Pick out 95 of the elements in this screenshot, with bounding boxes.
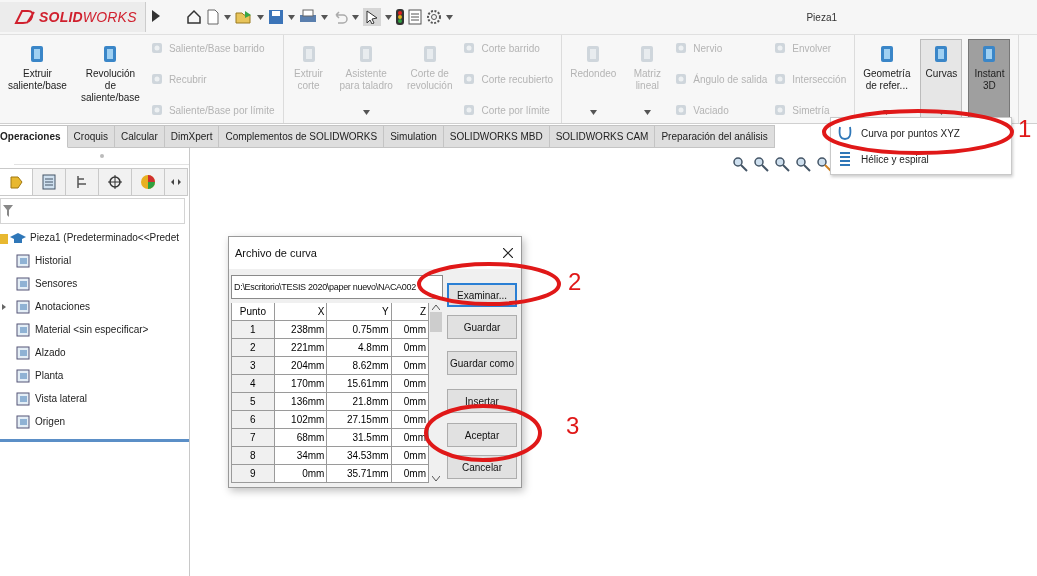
- caret-icon: [445, 14, 453, 20]
- tree-node-icon: [16, 368, 31, 383]
- feature-icon: [149, 72, 164, 86]
- traffic-light-icon[interactable]: [395, 9, 404, 25]
- caret-icon: [589, 110, 597, 115]
- ribbon-tab[interactable]: SOLIDWORKS CAM: [549, 125, 656, 148]
- caret-icon: [351, 14, 359, 20]
- feature-icon: [149, 41, 164, 55]
- property-list-icon: [42, 174, 56, 190]
- tree-item[interactable]: Anotaciones: [0, 297, 189, 316]
- path-field[interactable]: D:\Escritorio\TESIS 2020\paper nuevo\NACA002: [231, 275, 443, 299]
- scroll-thumb[interactable]: [430, 312, 442, 332]
- annotation-number: 1: [1018, 115, 1032, 143]
- scroll-arrows-icon: [170, 178, 182, 186]
- expand-arrow-icon[interactable]: [151, 10, 160, 22]
- caret-icon: [384, 14, 392, 20]
- menu-item[interactable]: Hélice y espiral: [831, 146, 1011, 172]
- close-icon[interactable]: [503, 248, 513, 258]
- tree-node-icon: [16, 391, 31, 406]
- caret-icon: [320, 14, 328, 20]
- tree-item[interactable]: Planta: [0, 366, 189, 385]
- expand-icon: [2, 303, 6, 310]
- tree-item[interactable]: Alzado: [0, 343, 189, 362]
- dialog-button[interactable]: Aceptar: [447, 423, 517, 447]
- tree-item[interactable]: Material <sin especificar>: [0, 320, 189, 339]
- caret-icon: [362, 110, 370, 115]
- logo-text: SOLIDWORKS: [39, 9, 137, 25]
- tree-item[interactable]: Origen: [0, 412, 189, 431]
- ds-logo-icon: [14, 9, 36, 25]
- window-title: Pieza1: [806, 11, 837, 23]
- save-icon[interactable]: [267, 9, 284, 25]
- zoom-icon[interactable]: [732, 156, 748, 172]
- ribbon-button[interactable]: Geometría de refer...: [859, 39, 915, 121]
- filter-field[interactable]: [0, 198, 185, 224]
- feature-icon: [674, 41, 689, 55]
- feature-tree-icon: [8, 174, 24, 190]
- feature-icon: [462, 103, 477, 117]
- tree-item[interactable]: Vista lateral: [0, 389, 189, 408]
- tree-item[interactable]: Pieza1 (Predeterminado<<Predet: [0, 228, 189, 247]
- column-header: X: [274, 303, 327, 321]
- caret-icon: [223, 14, 231, 20]
- scroll-up-icon: [432, 305, 440, 310]
- filter-icon: [3, 204, 13, 218]
- scroll-down-icon: [432, 476, 440, 481]
- appearance-ball-icon: [140, 174, 156, 190]
- ribbon-tab[interactable]: Croquis: [67, 125, 116, 148]
- ribbon-tab[interactable]: Preparación del análisis: [655, 125, 775, 148]
- tree-node-icon: [16, 414, 31, 429]
- tree-item[interactable]: Sensores: [0, 274, 189, 293]
- feature-icon: [674, 103, 689, 117]
- dialog-button[interactable]: Guardar: [447, 315, 517, 339]
- dialog-title: Archivo de curva: [235, 247, 317, 259]
- grip-icon: [99, 154, 104, 158]
- ribbon-tab[interactable]: SOLIDWORKS MBD: [443, 125, 550, 148]
- ribbon-tab[interactable]: Operaciones: [0, 125, 68, 148]
- configuration-icon: [75, 174, 89, 190]
- tree-node-icon: [16, 322, 31, 337]
- tree-node-icon: [16, 345, 31, 360]
- app-logo[interactable]: SOLIDWORKS: [0, 2, 146, 32]
- column-header: Y: [326, 303, 392, 321]
- tree-node-icon: [16, 299, 31, 314]
- open-folder-icon[interactable]: [234, 9, 253, 25]
- tree-node-icon: [16, 253, 31, 268]
- ribbon-tab[interactable]: Complementos de SOLIDWORKS: [219, 125, 385, 148]
- feature-icon: [462, 72, 477, 86]
- annotation-number: 2: [568, 268, 582, 296]
- feature-icon: [773, 72, 788, 86]
- caret-icon: [287, 14, 295, 20]
- ribbon-tab[interactable]: Simulation: [384, 125, 444, 148]
- tree-item[interactable]: Historial: [0, 251, 189, 270]
- settings-icon[interactable]: [425, 9, 442, 25]
- printer-icon[interactable]: [298, 9, 317, 25]
- feature-icon: [674, 72, 689, 86]
- panel-scroll-button[interactable]: [165, 168, 188, 196]
- annotation-number: 3: [566, 412, 580, 440]
- ribbon-tab[interactable]: Calcular: [115, 125, 165, 148]
- feature-icon: [773, 103, 788, 117]
- column-header: Punto: [231, 303, 275, 321]
- home-icon[interactable]: [185, 9, 202, 25]
- panel-tab[interactable]: [99, 168, 132, 196]
- ribbon-tab[interactable]: DimXpert: [164, 125, 220, 148]
- dialog-button[interactable]: Guardar como: [447, 351, 517, 375]
- feature-icon: [149, 103, 164, 117]
- column-header: Z: [391, 303, 429, 321]
- ribbon-button[interactable]: Extruir saliente/base: [4, 39, 71, 121]
- crosshair-icon: [107, 174, 123, 190]
- tree-node-icon: [16, 276, 31, 291]
- caret-icon: [256, 14, 264, 20]
- feature-icon: [462, 41, 477, 55]
- caret-icon: [643, 110, 651, 115]
- panel-tab[interactable]: [132, 168, 165, 196]
- ribbon-button[interactable]: Revolución de saliente/base: [76, 39, 144, 121]
- feature-icon: [773, 41, 788, 55]
- pointer-icon[interactable]: [364, 10, 379, 24]
- part-icon: [0, 230, 26, 245]
